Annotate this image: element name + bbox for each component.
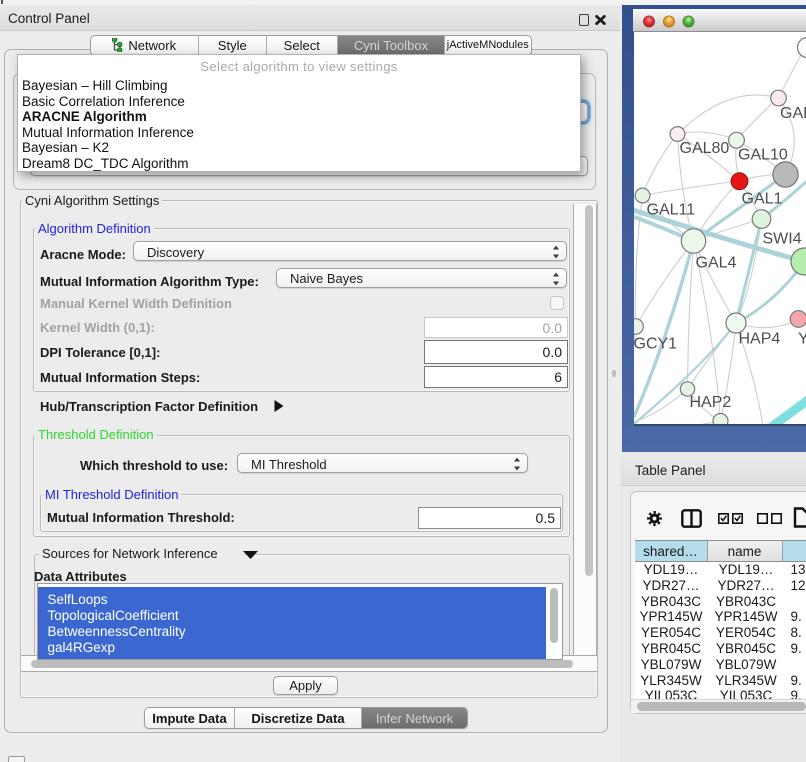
svg-text:GAL1: GAL1 (741, 190, 782, 207)
svg-text:Y: Y (798, 330, 806, 347)
svg-text:GAL11: GAL11 (646, 201, 695, 218)
svg-text:GAL4: GAL4 (695, 254, 736, 271)
svg-text:GAL10: GAL10 (738, 146, 788, 163)
svg-text:GAL: GAL (780, 105, 806, 122)
svg-text:HAP4: HAP4 (738, 330, 780, 347)
svg-text:GAL80: GAL80 (679, 140, 729, 157)
svg-text:GCY1: GCY1 (634, 335, 677, 352)
svg-text:SWI4: SWI4 (762, 230, 801, 247)
svg-text:HAP2: HAP2 (689, 394, 731, 411)
